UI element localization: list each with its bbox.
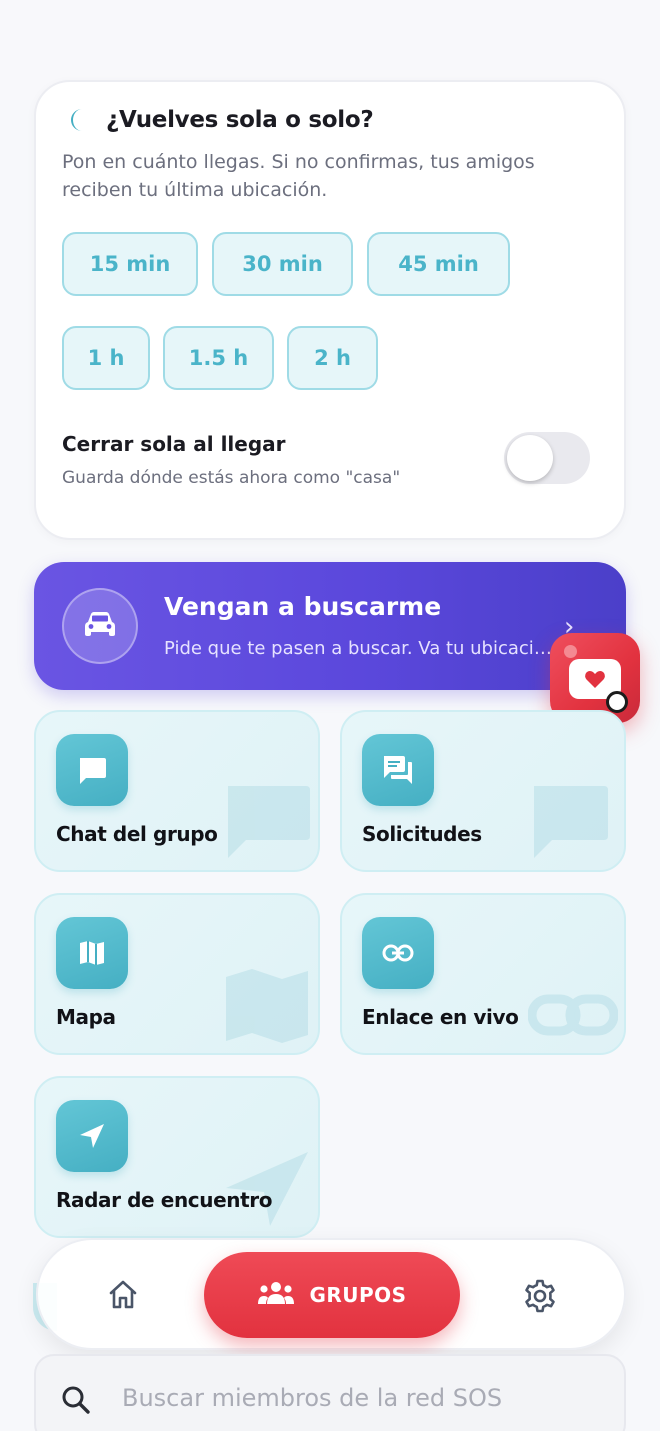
gear-icon[interactable] xyxy=(522,1278,558,1318)
member-search-bar xyxy=(34,1354,626,1431)
home-icon[interactable] xyxy=(106,1278,140,1316)
feature-tile-map[interactable]: Mapa xyxy=(34,893,320,1055)
close-home-toggle[interactable] xyxy=(504,432,590,484)
duration-chip-15min[interactable]: 15 min xyxy=(62,232,198,296)
return-card-header: ¿Vuelves sola o solo? xyxy=(64,104,374,136)
moon-icon xyxy=(64,106,92,134)
sos-status-badge xyxy=(606,691,628,713)
duration-chip-45min[interactable]: 45 min xyxy=(367,232,510,296)
link-ghost-icon xyxy=(527,985,619,1049)
duration-chip-1h[interactable]: 1 h xyxy=(62,326,150,390)
pickup-request-banner[interactable]: Vengan a buscarme Pide que te pasen a bu… xyxy=(34,562,626,690)
bottom-navigation: GRUPOS xyxy=(36,1238,626,1350)
pickup-subtitle: Pide que te pasen a buscar. Va tu ubicac… xyxy=(164,638,554,659)
feature-label: Radar de encuentro xyxy=(56,1188,273,1212)
return-card-description: Pon en cuánto llegas. Si no confirmas, t… xyxy=(62,151,535,201)
feature-label: Chat del grupo xyxy=(56,822,218,846)
feature-label: Solicitudes xyxy=(362,822,482,846)
duration-chip-30min[interactable]: 30 min xyxy=(212,232,353,296)
feature-tile-meeting-radar[interactable]: Radar de encuentro xyxy=(34,1076,320,1238)
search-input[interactable] xyxy=(122,1378,602,1418)
groups-tab-button[interactable]: GRUPOS xyxy=(204,1252,460,1338)
chat-ghost-icon xyxy=(222,782,312,866)
link-icon xyxy=(362,917,434,989)
car-icon xyxy=(82,609,118,643)
map-icon xyxy=(56,917,128,989)
requests-ghost-icon xyxy=(528,782,618,866)
search-icon xyxy=(60,1384,92,1420)
feature-label: Enlace en vivo xyxy=(362,1005,519,1029)
pickup-title: Vengan a buscarme xyxy=(164,592,442,621)
duration-chip-2h[interactable]: 2 h xyxy=(287,326,378,390)
navigation-icon xyxy=(56,1100,128,1172)
chat-icon xyxy=(56,734,128,806)
duration-chip-1-5h[interactable]: 1.5 h xyxy=(163,326,274,390)
close-home-title: Cerrar sola al llegar xyxy=(62,432,286,456)
close-home-subtitle: Guarda dónde estás ahora como "casa" xyxy=(62,468,401,488)
group-users-icon xyxy=(257,1280,295,1310)
return-card-title: ¿Vuelves sola o solo? xyxy=(106,107,374,133)
map-ghost-icon xyxy=(222,965,312,1049)
requests-icon xyxy=(362,734,434,806)
feature-tile-requests[interactable]: Solicitudes xyxy=(340,710,626,872)
sos-indicator-dot xyxy=(564,645,577,658)
feature-label: Mapa xyxy=(56,1005,116,1029)
feature-tile-group-chat[interactable]: Chat del grupo xyxy=(34,710,320,872)
car-icon-circle xyxy=(62,588,138,664)
feature-tile-live-link[interactable]: Enlace en vivo xyxy=(340,893,626,1055)
toggle-knob xyxy=(507,435,553,481)
groups-tab-label: GRUPOS xyxy=(309,1283,407,1307)
